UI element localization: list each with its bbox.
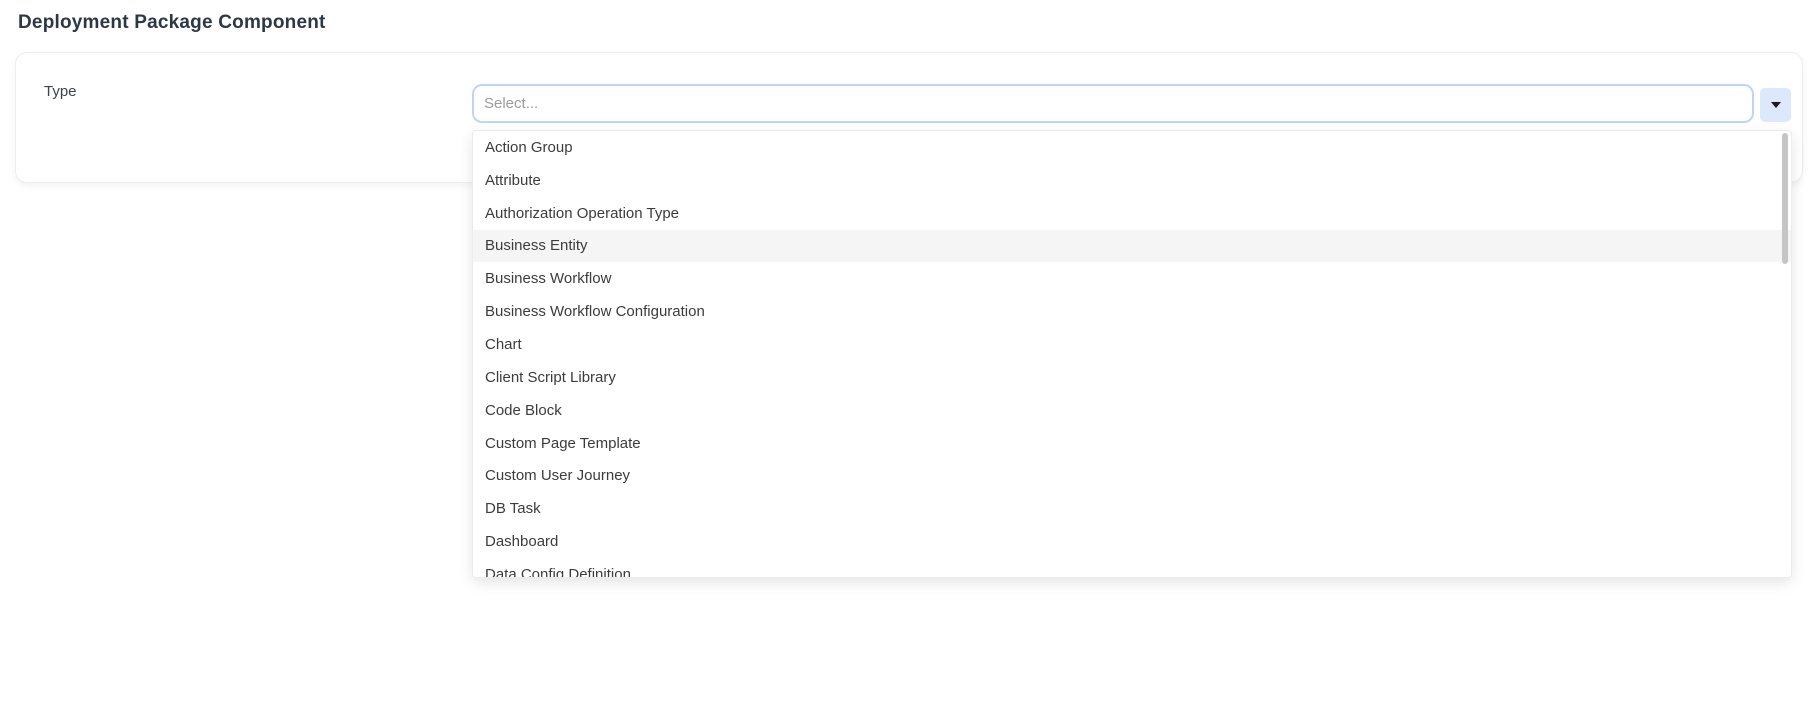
dropdown-option[interactable]: Data Config Definition xyxy=(473,558,1791,578)
dropdown-option[interactable]: Business Entity xyxy=(473,230,1791,263)
dropdown-option[interactable]: Custom User Journey xyxy=(473,459,1791,492)
dropdown-option[interactable]: Dashboard xyxy=(473,525,1791,558)
type-options-dropdown: Action GroupAttributeAuthorization Opera… xyxy=(472,130,1792,578)
dropdown-option[interactable]: Business Workflow Configuration xyxy=(473,295,1791,328)
type-field-label: Type xyxy=(44,83,77,100)
dropdown-option[interactable]: Chart xyxy=(473,328,1791,361)
type-select-input[interactable] xyxy=(472,84,1754,123)
dropdown-option[interactable]: Business Workflow xyxy=(473,262,1791,295)
dropdown-toggle-button[interactable] xyxy=(1760,88,1791,122)
dropdown-option[interactable]: Code Block xyxy=(473,394,1791,427)
dropdown-scrollbar[interactable] xyxy=(1782,133,1788,264)
page: Deployment Package Component Type Action… xyxy=(0,0,1817,711)
dropdown-option[interactable]: DB Task xyxy=(473,492,1791,525)
page-title: Deployment Package Component xyxy=(18,12,326,34)
dropdown-option[interactable]: Custom Page Template xyxy=(473,427,1791,460)
dropdown-option[interactable]: Client Script Library xyxy=(473,361,1791,394)
dropdown-option[interactable]: Action Group xyxy=(473,131,1791,164)
dropdown-option[interactable]: Attribute xyxy=(473,164,1791,197)
caret-down-icon xyxy=(1771,102,1781,108)
dropdown-option[interactable]: Authorization Operation Type xyxy=(473,197,1791,230)
